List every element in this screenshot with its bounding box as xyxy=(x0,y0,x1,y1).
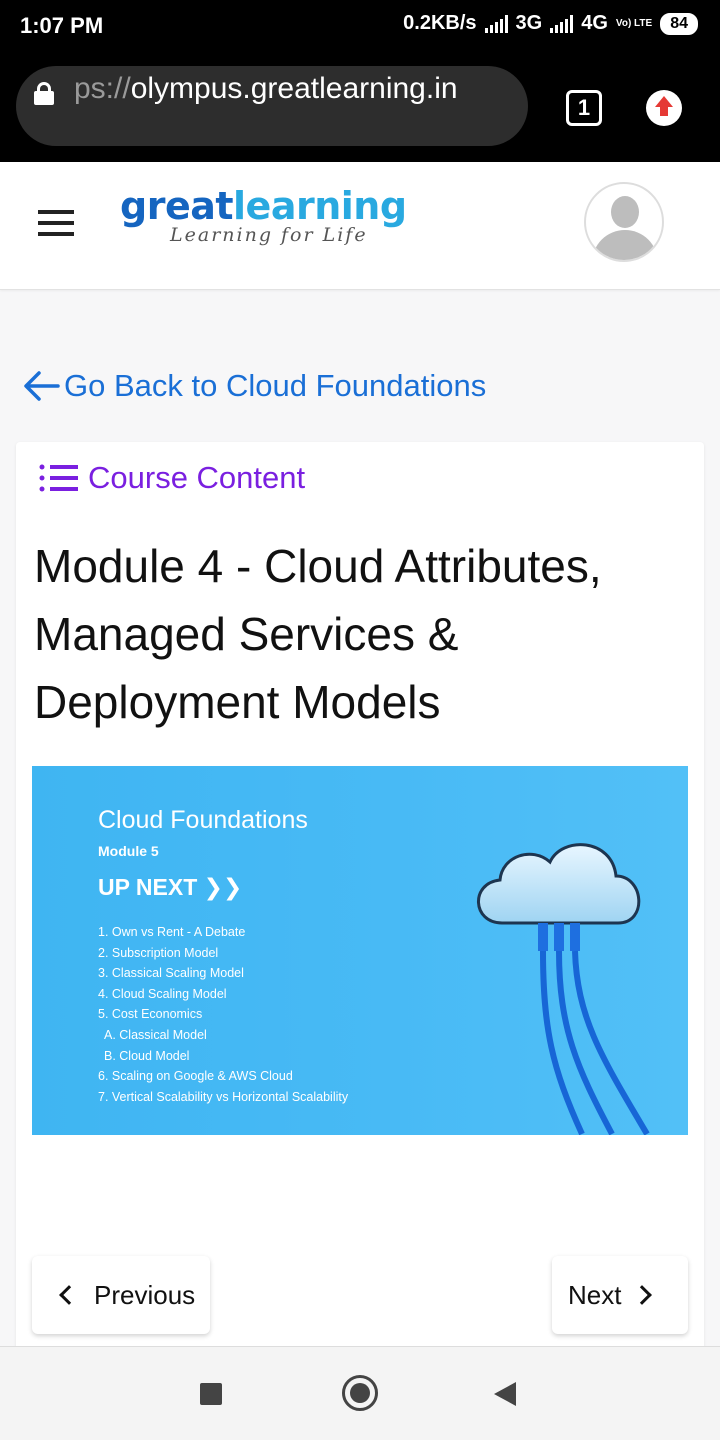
module-banner-image: Cloud Foundations Module 5 UP NEXT ❯❯ 1.… xyxy=(32,766,688,1135)
site-header: greatlearning Learning for Life xyxy=(0,162,720,290)
logo-learning: learning xyxy=(233,184,407,228)
list-item: 1. Own vs Rent - A Debate xyxy=(98,925,246,939)
update-icon[interactable] xyxy=(646,90,682,126)
module-title: Module 4 - Cloud Attributes, Managed Ser… xyxy=(34,540,602,728)
list-item: 2. Subscription Model xyxy=(98,945,219,960)
browser-toolbar: ps://olympus.greatlearning.in 1 xyxy=(0,52,720,162)
logo-great: great xyxy=(120,184,234,228)
lock-icon[interactable] xyxy=(34,82,54,105)
url-text[interactable]: ps://olympus.greatlearning.in xyxy=(74,72,458,106)
chevron-right-icon xyxy=(632,1285,653,1305)
cloud-network-illustration xyxy=(477,843,650,1135)
previous-button[interactable]: Previous xyxy=(32,1256,210,1334)
network-speed: 0.2KB/s xyxy=(403,12,477,34)
course-content-button[interactable]: Course Content xyxy=(38,460,305,496)
status-indicators: 0.2KB/s 3G 4G Vo) LTE 84 xyxy=(403,12,698,35)
list-item: 3. Classical Scaling Model xyxy=(98,966,244,981)
volte-icon: Vo) LTE xyxy=(615,17,653,29)
home-icon[interactable] xyxy=(342,1375,378,1411)
next-label: Next xyxy=(568,1279,622,1310)
status-time: 1:07 PM xyxy=(20,13,104,38)
recent-apps-icon[interactable] xyxy=(200,1383,222,1405)
banner-topic-list: 1. Own vs Rent - A Debate 2. Subscriptio… xyxy=(98,922,348,1107)
arrow-left-icon xyxy=(22,368,60,404)
back-link-label: Go Back to Cloud Foundations xyxy=(64,368,487,403)
chevron-left-icon xyxy=(59,1285,79,1305)
battery-icon: 84 xyxy=(660,12,698,35)
url-host: olympus.greatlearning.in xyxy=(130,72,458,105)
back-icon[interactable] xyxy=(494,1382,516,1406)
double-chevron-icon: ❯❯ xyxy=(203,874,243,900)
list-item: 7. Vertical Scalability vs Horizontal Sc… xyxy=(98,1089,349,1104)
module-card: Course Content Module 4 - Cloud Attribut… xyxy=(16,442,704,1352)
avatar[interactable] xyxy=(584,182,664,262)
network-3g-label: 3G xyxy=(515,12,543,34)
list-item: A. Classical Model xyxy=(104,1027,207,1042)
list-item: 6. Scaling on Google & AWS Cloud xyxy=(98,1069,293,1084)
banner-title: Cloud Foundations xyxy=(98,806,308,834)
banner-module: Module 5 xyxy=(98,843,159,859)
system-navigation-bar xyxy=(0,1346,720,1440)
list-item: 4. Cloud Scaling Model xyxy=(98,986,227,1001)
hamburger-menu-icon[interactable] xyxy=(38,210,74,236)
signal-icon xyxy=(550,14,574,33)
banner-up-next: UP NEXT ❯❯ xyxy=(98,874,243,900)
list-icon xyxy=(38,461,82,495)
list-item: 5. Cost Economics xyxy=(98,1007,203,1022)
network-4g-label: 4G xyxy=(581,12,608,34)
list-item: B. Cloud Model xyxy=(104,1048,190,1063)
status-bar: 1:07 PM 0.2KB/s 3G 4G Vo) LTE 84 xyxy=(0,0,720,52)
back-to-course-link[interactable]: Go Back to Cloud Foundations xyxy=(22,368,486,404)
tabs-icon[interactable]: 1 xyxy=(566,90,602,126)
previous-label: Previous xyxy=(94,1279,196,1310)
course-content-label: Course Content xyxy=(88,460,306,495)
greatlearning-logo[interactable]: greatlearning Learning for Life xyxy=(120,184,407,246)
signal-icon xyxy=(484,14,508,33)
next-button[interactable]: Next xyxy=(552,1256,688,1334)
url-scheme: ps:// xyxy=(74,72,131,105)
